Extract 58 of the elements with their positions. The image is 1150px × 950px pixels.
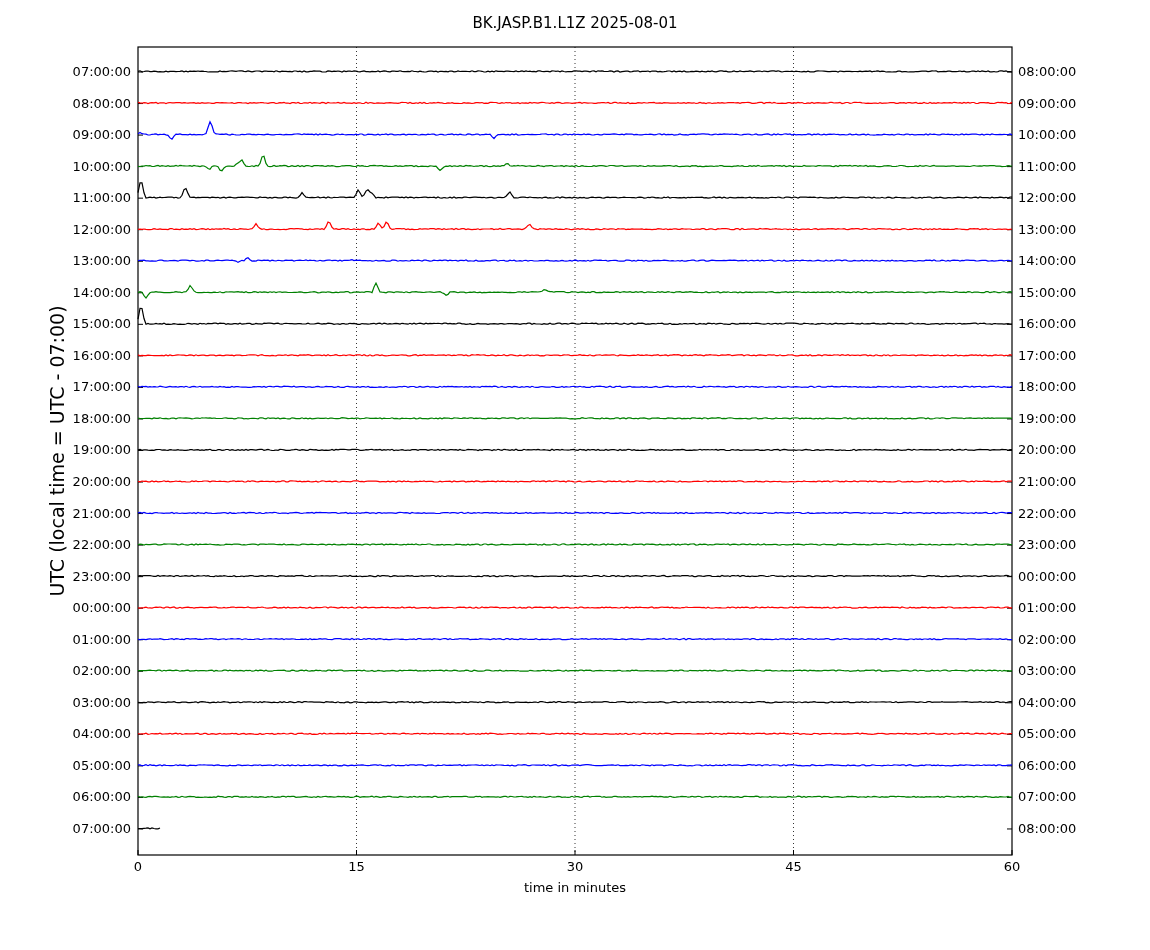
- hour-label: 08:00:00: [1018, 820, 1077, 837]
- hour-label: 10:00:00: [72, 158, 131, 175]
- hour-label: 06:00:00: [1018, 757, 1077, 774]
- hour-label: 12:00:00: [72, 221, 131, 238]
- hour-label: 15:00:00: [72, 316, 131, 333]
- hour-label: 03:00:00: [1018, 663, 1077, 680]
- hour-label: 16:00:00: [72, 347, 131, 364]
- y-axis-label: UTC (local time = UTC - 07:00): [44, 305, 69, 597]
- hour-label: 20:00:00: [72, 474, 131, 490]
- hour-label: 16:00:00: [1018, 316, 1077, 333]
- hour-label: 11:00:00: [1018, 158, 1077, 175]
- hour-label: 13:00:00: [72, 253, 131, 270]
- hour-label: 08:00:00: [72, 95, 131, 112]
- chart-title: BK.JASP.B1.L1Z 2025-08-01: [471, 13, 679, 34]
- hour-label: 00:00:00: [72, 600, 131, 617]
- hour-label: 12:00:00: [1018, 190, 1077, 207]
- hour-label: 17:00:00: [1018, 347, 1077, 364]
- hour-label: 11:00:00: [72, 190, 131, 207]
- hour-label: 02:00:00: [1018, 631, 1077, 648]
- x-tick-label: 30: [566, 859, 584, 875]
- hour-label: 07:00:00: [72, 64, 131, 80]
- hour-label: 14:00:00: [1018, 253, 1077, 270]
- hour-label: 17:00:00: [72, 379, 131, 396]
- hour-label: 08:00:00: [1018, 64, 1077, 80]
- x-tick-label: 0: [133, 859, 143, 875]
- hour-label: 03:00:00: [72, 694, 131, 711]
- hour-label: 07:00:00: [1018, 789, 1077, 806]
- hour-label: 09:00:00: [1018, 95, 1077, 112]
- hour-label: 18:00:00: [72, 410, 131, 427]
- hour-label: 19:00:00: [1018, 410, 1077, 427]
- hour-label: 19:00:00: [72, 442, 131, 459]
- hour-label: 18:00:00: [1018, 379, 1077, 396]
- hour-label: 01:00:00: [1018, 600, 1077, 617]
- hour-label: 21:00:00: [1018, 474, 1077, 490]
- x-tick-label: 15: [348, 859, 365, 875]
- hour-label: 13:00:00: [1018, 221, 1077, 238]
- hour-label: 04:00:00: [1018, 694, 1077, 711]
- x-tick-label: 60: [1003, 859, 1021, 875]
- x-axis-label: time in minutes: [522, 879, 628, 897]
- hour-label: 01:00:00: [72, 631, 131, 648]
- hour-label: 04:00:00: [72, 726, 131, 743]
- hour-label: 10:00:00: [1018, 127, 1077, 144]
- hour-label: 23:00:00: [72, 568, 131, 585]
- hour-label: 14:00:00: [72, 284, 131, 301]
- hour-label: 23:00:00: [1018, 537, 1077, 554]
- hour-label: 22:00:00: [72, 537, 131, 554]
- x-tick-label: 45: [785, 859, 802, 875]
- hour-label: 15:00:00: [1018, 284, 1077, 301]
- hour-label: 09:00:00: [72, 127, 131, 144]
- hour-label: 21:00:00: [72, 505, 131, 522]
- hour-label: 20:00:00: [1018, 442, 1077, 459]
- hour-label: 22:00:00: [1018, 505, 1077, 522]
- hour-label: 06:00:00: [72, 789, 131, 806]
- hour-label: 00:00:00: [1018, 568, 1077, 585]
- hour-label: 05:00:00: [1018, 726, 1077, 743]
- hour-label: 05:00:00: [72, 757, 131, 774]
- hour-label: 07:00:00: [72, 820, 131, 837]
- hour-label: 02:00:00: [72, 663, 131, 680]
